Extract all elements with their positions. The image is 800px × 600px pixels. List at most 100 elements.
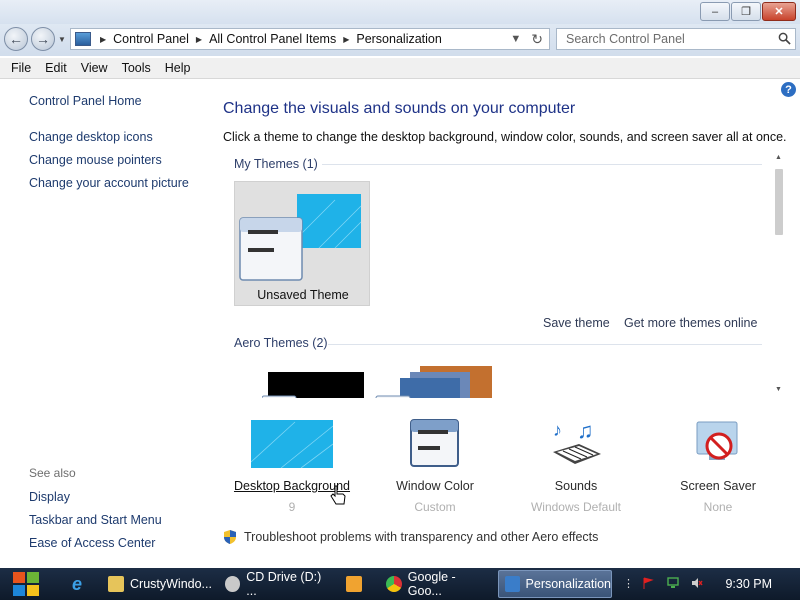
folder-icon	[108, 576, 124, 592]
unsaved-theme-card[interactable]: Unsaved Theme	[234, 181, 370, 306]
sounds-label: Sounds	[554, 479, 598, 493]
menu-file[interactable]: File	[4, 61, 38, 75]
minimize-button[interactable]: –	[700, 2, 730, 21]
troubleshoot-label: Troubleshoot problems with transparency …	[244, 530, 599, 544]
taskbar-item-crusty[interactable]: CrustyWindo...	[102, 570, 214, 598]
window-color-tile[interactable]: Window Color Custom	[365, 418, 505, 514]
history-dropdown-icon[interactable]: ▼	[58, 35, 66, 44]
menu-bar: File Edit View Tools Help	[0, 58, 800, 79]
ease-of-access-link[interactable]: Ease of Access Center	[29, 536, 155, 550]
menu-edit[interactable]: Edit	[38, 61, 74, 75]
aero-theme-preview-landscape[interactable]	[374, 364, 494, 398]
search-icon[interactable]	[778, 32, 791, 45]
control-panel-home-link[interactable]: Control Panel Home	[29, 94, 142, 108]
divider	[322, 164, 762, 165]
screen-saver-label: Screen Saver	[680, 479, 756, 493]
breadcrumb-all-items[interactable]: All Control Panel Items	[209, 32, 336, 46]
address-bar[interactable]: ▶ Control Panel ▶ All Control Panel Item…	[70, 28, 550, 50]
menu-help[interactable]: Help	[158, 61, 198, 75]
flag-icon[interactable]	[642, 577, 654, 589]
tray-grip-icon[interactable]: ⋮	[623, 577, 634, 590]
save-theme-link[interactable]: Save theme	[543, 316, 610, 330]
window-buttons: – ❐ ✕	[700, 2, 796, 21]
change-account-picture-link[interactable]: Change your account picture	[29, 176, 189, 190]
address-row: ← → ▼ ▶ Control Panel ▶ All Control Pane…	[0, 24, 800, 56]
screen-saver-icon	[696, 421, 738, 460]
change-mouse-pointers-link[interactable]: Change mouse pointers	[29, 153, 162, 167]
taskbar-item-label: CD Drive (D:) ...	[246, 570, 322, 598]
desktop-background-icon	[250, 420, 334, 469]
volume-icon[interactable]	[691, 577, 703, 589]
menu-view[interactable]: View	[74, 61, 115, 75]
desktop-background-tile[interactable]: Desktop Background 9	[222, 418, 362, 514]
taskbar-clock[interactable]: 9:30 PM	[725, 577, 772, 591]
chevron-right-icon[interactable]: ▶	[196, 35, 202, 44]
taskbar-item-label: CrustyWindo...	[130, 577, 212, 591]
troubleshoot-link[interactable]: Troubleshoot problems with transparency …	[223, 529, 598, 545]
breadcrumb-personalization[interactable]: Personalization	[356, 32, 441, 46]
back-arrow-icon: ←	[9, 31, 23, 47]
display-link[interactable]: Display	[29, 490, 70, 504]
window-color-icon	[410, 419, 459, 467]
theme-preview-image	[239, 194, 362, 281]
network-icon[interactable]	[667, 577, 679, 589]
window-color-label: Window Color	[396, 479, 474, 493]
start-button[interactable]	[7, 569, 45, 599]
help-icon[interactable]: ?	[781, 82, 796, 97]
address-controls: ▼ ↻	[510, 30, 543, 48]
taskbar-item-chrome[interactable]: Google - Goo...	[380, 570, 492, 598]
my-themes-header: My Themes (1)	[234, 157, 318, 171]
forward-arrow-icon: →	[36, 31, 50, 47]
search-input[interactable]: Search Control Panel	[556, 28, 796, 50]
close-button[interactable]: ✕	[762, 2, 796, 21]
title-bar: – ❐ ✕	[0, 0, 800, 24]
change-desktop-icons-link[interactable]: Change desktop icons	[29, 130, 153, 144]
taskbar-item-label: Personalization	[525, 577, 611, 591]
svg-text:♫: ♫	[577, 418, 594, 443]
restore-button[interactable]: ❐	[731, 2, 761, 21]
chevron-right-icon[interactable]: ▶	[100, 35, 106, 44]
aero-themes-header: Aero Themes (2)	[234, 336, 328, 350]
hand-cursor-icon	[330, 485, 346, 505]
refresh-icon[interactable]: ↻	[531, 31, 543, 48]
aero-theme-preview-dark[interactable]	[262, 370, 372, 398]
windows-logo-icon	[13, 572, 39, 596]
menu-tools[interactable]: Tools	[115, 61, 158, 75]
cd-drive-icon	[225, 576, 241, 592]
ie-taskbar-button[interactable]: e	[66, 570, 94, 598]
taskbar-item-label: Google - Goo...	[407, 570, 456, 598]
sounds-tile[interactable]: ♪ ♫ Sounds Windows Default	[506, 418, 646, 514]
see-also-heading: See also	[29, 466, 76, 480]
sounds-value: Windows Default	[530, 500, 622, 514]
media-player-icon	[346, 576, 362, 592]
internet-explorer-icon: e	[72, 573, 83, 594]
taskbar-start-menu-link[interactable]: Taskbar and Start Menu	[29, 513, 162, 527]
breadcrumb-control-panel[interactable]: Control Panel	[113, 32, 189, 46]
search-placeholder: Search Control Panel	[566, 32, 685, 46]
taskbar-item-cd-drive[interactable]: CD Drive (D:) ...	[219, 570, 331, 598]
taskbar: e CrustyWindo... CD Drive (D:) ... Googl…	[0, 568, 800, 600]
scroll-thumb[interactable]	[775, 169, 783, 235]
address-dropdown-icon[interactable]: ▼	[510, 33, 521, 45]
screen-saver-value: None	[703, 500, 733, 514]
back-button[interactable]: ←	[4, 27, 28, 51]
chevron-right-icon[interactable]: ▶	[343, 35, 349, 44]
window-color-value: Custom	[414, 500, 456, 514]
scroll-up-icon[interactable]: ▲	[775, 154, 782, 161]
page-title: Change the visuals and sounds on your co…	[223, 100, 576, 117]
personalization-icon	[505, 576, 520, 592]
unsaved-theme-label: Unsaved Theme	[257, 288, 349, 302]
get-more-themes-link[interactable]: Get more themes online	[624, 316, 757, 330]
sounds-icon: ♪ ♫	[553, 418, 601, 464]
screen-saver-tile[interactable]: Screen Saver None	[648, 418, 788, 514]
divider	[328, 344, 762, 345]
forward-button[interactable]: →	[31, 27, 55, 51]
svg-text:♪: ♪	[553, 420, 562, 440]
media-player-taskbar-button[interactable]	[340, 570, 370, 598]
theme-list-scrollbar[interactable]: ▲ ▼	[772, 154, 786, 398]
control-panel-icon	[75, 32, 91, 46]
taskbar-item-personalization[interactable]: Personalization	[498, 570, 612, 598]
scroll-down-icon[interactable]: ▼	[775, 386, 782, 393]
chrome-icon	[386, 576, 402, 592]
left-pane: Control Panel Home Change desktop icons …	[0, 80, 214, 566]
